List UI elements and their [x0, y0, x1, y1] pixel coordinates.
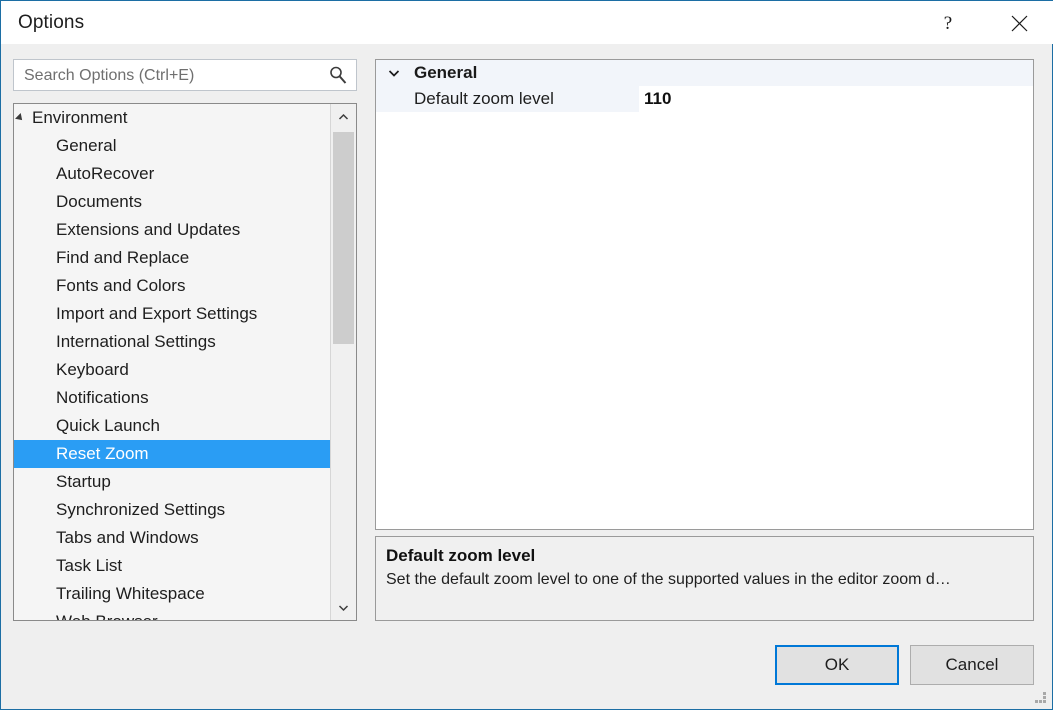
- scrollbar-down-button[interactable]: [331, 594, 356, 620]
- tree-item-label: Startup: [56, 472, 111, 491]
- description-text: Set the default zoom level to one of the…: [386, 571, 951, 588]
- tree-item-autorecover[interactable]: AutoRecover: [14, 160, 330, 188]
- tree-item-label: Synchronized Settings: [56, 500, 226, 519]
- ok-button[interactable]: OK: [775, 645, 899, 685]
- tree-item-label: Extensions and Updates: [56, 220, 241, 239]
- tree-item-label: Reset Zoom: [56, 444, 149, 463]
- tree-item-label: General: [56, 136, 117, 155]
- table-row[interactable]: Default zoom level 110: [376, 86, 1033, 112]
- question-mark-icon: ?: [943, 12, 953, 34]
- tree-item-fonts-and-colors[interactable]: Fonts and Colors: [14, 272, 330, 300]
- tree-item-trailing-whitespace[interactable]: Trailing Whitespace: [14, 580, 330, 608]
- tree-item-label: Tabs and Windows: [56, 528, 199, 547]
- title-bar: Options ?: [1, 0, 1053, 44]
- resize-grip-icon[interactable]: [1034, 691, 1048, 705]
- chevron-up-icon: [338, 113, 349, 120]
- scrollbar-thumb[interactable]: [333, 132, 354, 344]
- tree-node-environment[interactable]: Environment: [14, 104, 330, 132]
- tree-item-label: Trailing Whitespace: [56, 584, 205, 603]
- cancel-button[interactable]: Cancel: [910, 645, 1034, 685]
- property-grid-panel: General Default zoom level 110: [375, 59, 1034, 530]
- tree-item-quick-launch[interactable]: Quick Launch: [14, 412, 330, 440]
- tree-item-label: Fonts and Colors: [56, 276, 186, 295]
- tree-node-label: Environment: [32, 108, 128, 127]
- tree-item-task-list[interactable]: Task List: [14, 552, 330, 580]
- tree-item-label: Find and Replace: [56, 248, 190, 267]
- scrollbar-up-button[interactable]: [331, 104, 356, 130]
- chevron-down-icon: [338, 604, 349, 611]
- tree-item-label: Web Browser: [56, 612, 158, 620]
- tree-item-find-and-replace[interactable]: Find and Replace: [14, 244, 330, 272]
- options-dialog: Options ? Environment General: [0, 0, 1053, 710]
- property-value-cell[interactable]: 110: [639, 86, 1033, 112]
- tree-item-web-browser[interactable]: Web Browser: [14, 608, 330, 620]
- property-name: Default zoom level: [414, 89, 554, 108]
- tree-item-keyboard[interactable]: Keyboard: [14, 356, 330, 384]
- tree-item-international-settings[interactable]: International Settings: [14, 328, 330, 356]
- tree-item-label: Documents: [56, 192, 142, 211]
- chevron-down-icon[interactable]: [388, 67, 400, 79]
- close-icon: [1011, 15, 1027, 31]
- tree-item-general[interactable]: General: [14, 132, 330, 160]
- tree-item-label: AutoRecover: [56, 164, 155, 183]
- tree-item-label: Import and Export Settings: [56, 304, 258, 323]
- tree-item-startup[interactable]: Startup: [14, 468, 330, 496]
- property-value: 110: [644, 89, 672, 108]
- tree-item-synchronized-settings[interactable]: Synchronized Settings: [14, 496, 330, 524]
- search-input[interactable]: [22, 60, 326, 92]
- tree-item-notifications[interactable]: Notifications: [14, 384, 330, 412]
- tree-scrollbar[interactable]: [330, 104, 356, 620]
- dialog-title: Options: [18, 12, 85, 33]
- tree-item-label: Task List: [56, 556, 123, 575]
- grid-category-general[interactable]: General: [376, 60, 1033, 86]
- tree-item-reset-zoom[interactable]: Reset Zoom: [14, 440, 330, 468]
- grid-category-label: General: [414, 63, 478, 82]
- tree-item-import-and-export-settings[interactable]: Import and Export Settings: [14, 300, 330, 328]
- options-tree[interactable]: Environment General AutoRecover Document…: [14, 104, 330, 620]
- tree-item-label: Notifications: [56, 388, 149, 407]
- triangle-expanded-icon[interactable]: [15, 113, 25, 123]
- tree-item-label: International Settings: [56, 332, 216, 351]
- description-panel: Default zoom level Set the default zoom …: [375, 536, 1034, 621]
- tree-item-tabs-and-windows[interactable]: Tabs and Windows: [14, 524, 330, 552]
- tree-item-documents[interactable]: Documents: [14, 188, 330, 216]
- options-tree-panel: Environment General AutoRecover Document…: [13, 103, 357, 621]
- search-box[interactable]: [13, 59, 357, 92]
- tree-item-label: Quick Launch: [56, 416, 160, 435]
- help-button[interactable]: ?: [925, 1, 971, 45]
- tree-item-label: Keyboard: [56, 360, 129, 379]
- close-button[interactable]: [996, 1, 1042, 45]
- search-icon: [330, 66, 347, 84]
- description-title: Default zoom level: [386, 546, 536, 565]
- tree-item-extensions-and-updates[interactable]: Extensions and Updates: [14, 216, 330, 244]
